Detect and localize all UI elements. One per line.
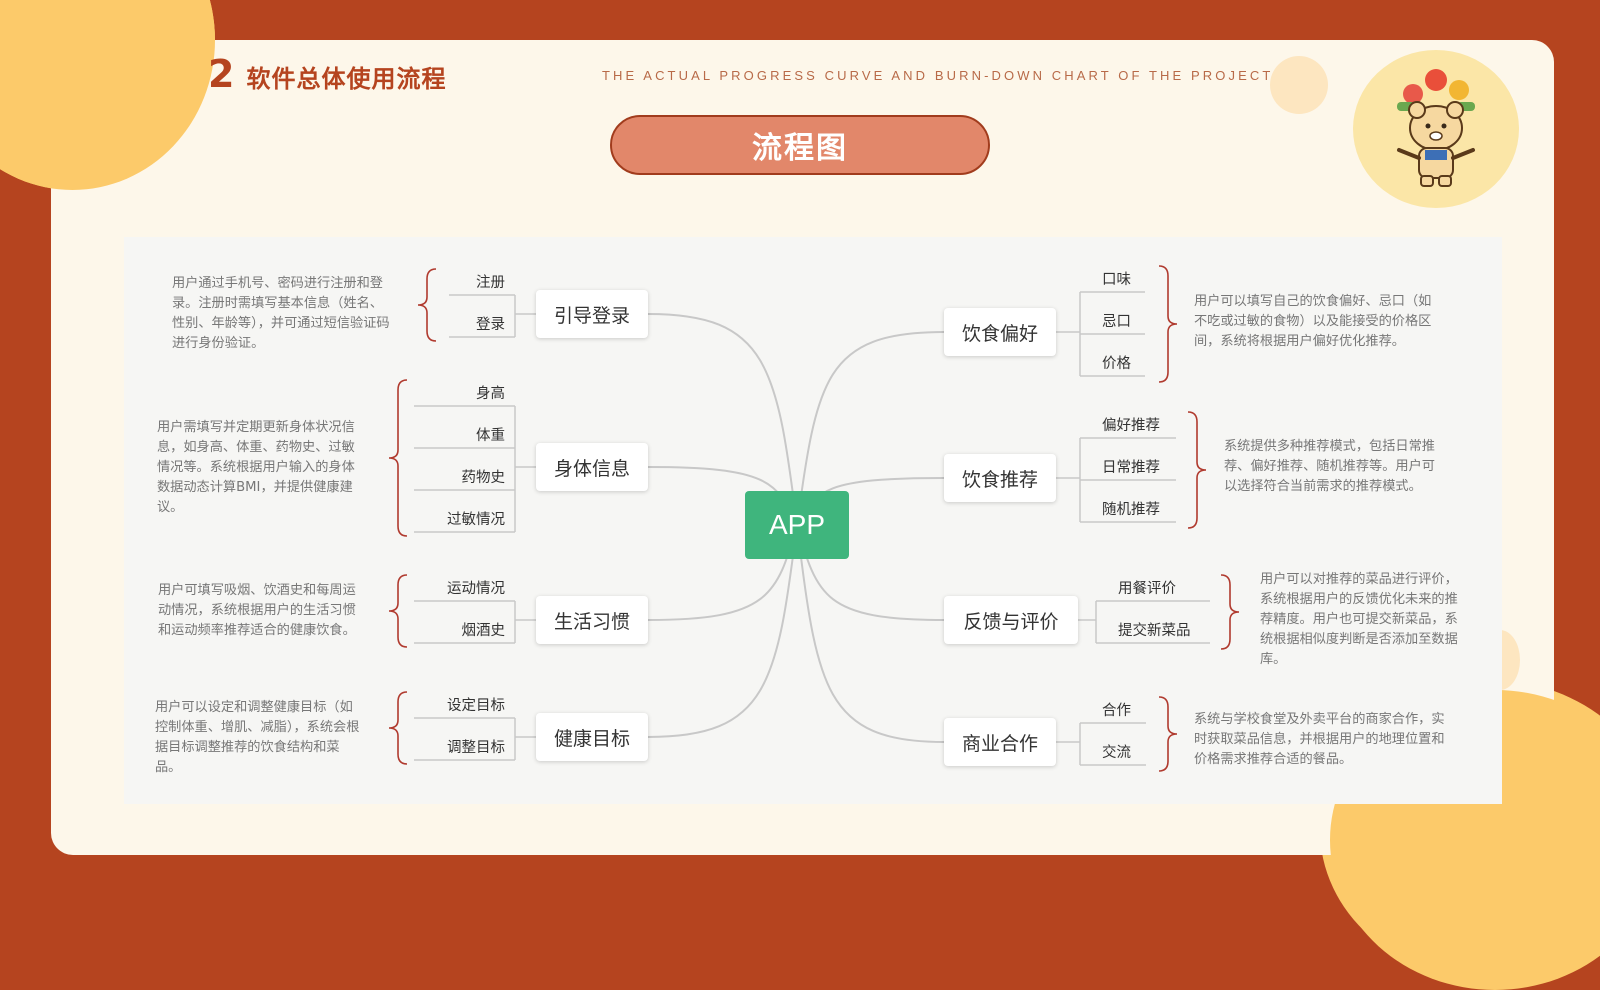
leaf-connector bbox=[514, 601, 536, 643]
branch-description: 用户需填写并定期更新身体状况信息，如身高、体重、药物史、过敏情况等。系统根据用户… bbox=[157, 420, 355, 515]
branch-node-right: 饮食偏好 bbox=[944, 308, 1056, 356]
branch-node-left: 身体信息 bbox=[536, 443, 648, 491]
leaf-label: 体重 bbox=[476, 428, 505, 444]
curly-brace bbox=[417, 268, 437, 342]
branch-description: 用户可以设定和调整健康目标（如控制体重、增肌、减脂），系统会根据目标调整推荐的饮… bbox=[155, 700, 360, 775]
leaf-label: 调整目标 bbox=[447, 740, 505, 756]
leaf-label: 设定目标 bbox=[447, 698, 505, 714]
branch-description: 用户可填写吸烟、饮酒史和每周运动情况，系统根据用户的生活习惯和运动频率推荐适合的… bbox=[158, 583, 356, 638]
curly-brace bbox=[388, 691, 408, 765]
leaf-connector bbox=[514, 295, 536, 337]
branch-node-left: 引导登录 bbox=[536, 290, 648, 338]
leaf-label: 身高 bbox=[476, 386, 505, 402]
leaf-label: 登录 bbox=[476, 317, 505, 333]
leaf-connector bbox=[1056, 723, 1081, 765]
leaf-label: 烟酒史 bbox=[461, 623, 506, 639]
branch-node-right: 反馈与评价 bbox=[944, 596, 1078, 644]
curly-brace bbox=[1187, 411, 1207, 529]
leaf-connector bbox=[1056, 438, 1081, 522]
branch-node-left: 健康目标 bbox=[536, 713, 648, 761]
leaf-label: 随机推荐 bbox=[1102, 502, 1160, 518]
leaf-connector bbox=[1078, 601, 1097, 643]
app-root-node: APP bbox=[745, 491, 849, 559]
leaf-label: 提交新菜品 bbox=[1118, 623, 1191, 639]
leaf-label: 用餐评价 bbox=[1118, 581, 1176, 597]
leaf-label: 合作 bbox=[1102, 703, 1131, 719]
branch-description: 用户可以填写自己的饮食偏好、忌口（如不吃或过敏的食物）以及能接受的价格区间，系统… bbox=[1194, 294, 1432, 349]
branch-description: 用户可以对推荐的菜品进行评价，系统根据用户的反馈优化未来的推荐精度。用户也可提交… bbox=[1260, 572, 1458, 667]
leaf-label: 价格 bbox=[1102, 356, 1131, 372]
leaf-connector bbox=[1056, 292, 1081, 376]
leaf-label: 过敏情况 bbox=[447, 512, 505, 528]
leaf-connector bbox=[514, 718, 536, 760]
branch-description: 系统提供多种推荐模式，包括日常推荐、偏好推荐、随机推荐等。用户可以选择符合当前需… bbox=[1224, 439, 1435, 494]
leaf-label: 药物史 bbox=[461, 470, 506, 486]
leaf-label: 忌口 bbox=[1102, 314, 1131, 330]
curly-brace bbox=[1220, 574, 1240, 650]
branch-description: 用户通过手机号、密码进行注册和登录。注册时需填写基本信息（姓名、性别、年龄等），… bbox=[172, 276, 390, 351]
branch-node-left: 生活习惯 bbox=[536, 596, 648, 644]
leaf-label: 日常推荐 bbox=[1102, 460, 1160, 476]
branch-node-right: 饮食推荐 bbox=[944, 454, 1056, 502]
leaf-connector bbox=[514, 406, 536, 532]
leaf-label: 口味 bbox=[1102, 272, 1131, 288]
leaf-label: 注册 bbox=[476, 275, 505, 291]
leaf-label: 运动情况 bbox=[447, 581, 505, 597]
curly-brace bbox=[388, 379, 408, 537]
branch-description: 系统与学校食堂及外卖平台的商家合作，实时获取菜品信息，并根据用户的地理位置和价格… bbox=[1194, 712, 1445, 767]
curly-brace bbox=[1158, 265, 1178, 383]
curly-brace bbox=[1158, 696, 1178, 772]
leaf-label: 交流 bbox=[1102, 745, 1131, 761]
branch-node-right: 商业合作 bbox=[944, 718, 1056, 766]
curly-brace bbox=[388, 574, 408, 648]
leaf-label: 偏好推荐 bbox=[1102, 418, 1160, 434]
